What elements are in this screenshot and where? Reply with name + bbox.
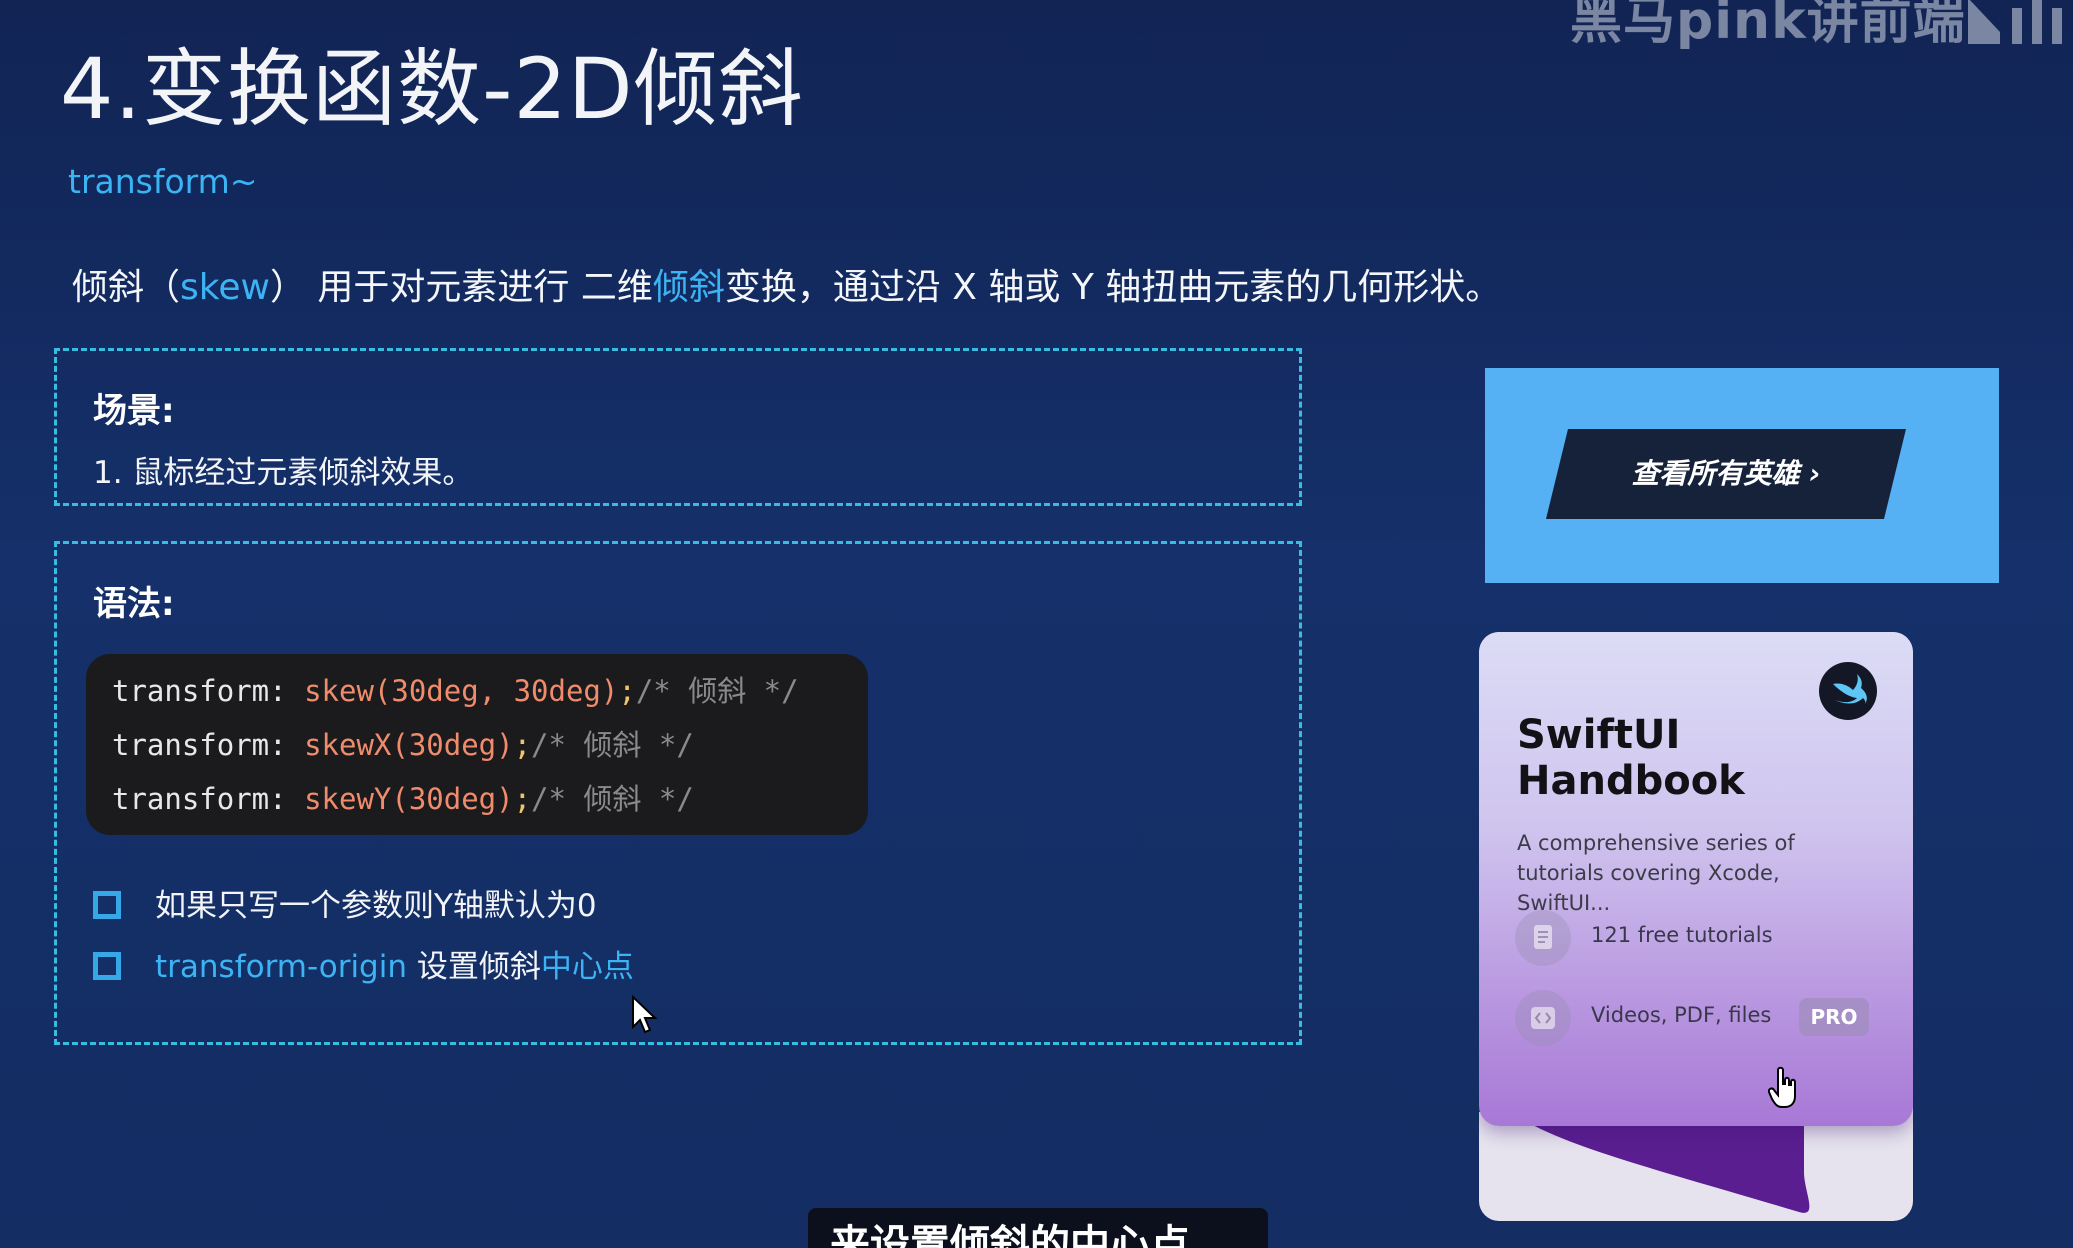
code-semicolon: ; [618,674,636,708]
code-comment: /* 倾斜 */ [531,728,694,762]
bullet-item-default-y: 如果只写一个参数则Y轴默认为0 [93,880,597,925]
hand-pointer-icon [1768,1066,1796,1108]
bullet-keyword: 中心点 [540,949,634,985]
code-property: transform: [112,674,305,708]
code-semicolon: ; [513,782,532,816]
code-function: skewY(30deg) [304,782,514,816]
syntax-heading: 语法: [93,584,175,624]
subtitle-text: 来设置倾斜的中心点 [830,1222,1190,1248]
scenario-heading: 场景: [93,391,175,431]
card-front: SwiftUI Handbook A comprehensive series … [1479,632,1913,1126]
files-text: Videos, PDF, files [1591,1003,1772,1027]
description-keyword-tilt: 倾斜 [652,267,725,308]
tutorials-row: 121 free tutorials [1515,910,1895,966]
pro-badge: PRO [1799,998,1869,1036]
description-keyword-skew: skew [180,267,270,308]
code-comment: /* 倾斜 */ [635,674,799,708]
bullet-item-transform-origin: transform-origin 设置倾斜中心点 [93,941,634,986]
hero-banner: 查看所有英雄 › [1485,368,1999,583]
view-all-heroes-button[interactable]: 查看所有英雄 › [1546,429,1906,519]
bullet-text: 设置倾斜 [407,949,541,985]
code-icon [1515,990,1571,1046]
card-description: A comprehensive series of tutorials cove… [1517,831,1795,915]
slide-description: 倾斜（skew） 用于对元素进行 二维倾斜变换，通过沿 X 轴或 Y 轴扭曲元素… [72,258,1501,310]
scenario-box: 场景: 1. 鼠标经过元素倾斜效果。 [54,348,1302,506]
document-icon [1515,910,1571,966]
scenario-item: 1. 鼠标经过元素倾斜效果。 [93,455,474,491]
code-line: transform: skew(30deg, 30deg);/* 倾斜 */ [112,668,799,710]
code-comment: /* 倾斜 */ [531,782,694,816]
swiftui-handbook-card[interactable]: SwiftUI Handbook A comprehensive series … [1479,632,1913,1221]
description-text: 变换，通过沿 X 轴或 Y 轴扭曲元素的几何形状。 [724,267,1502,308]
view-all-heroes-label: 查看所有英雄 › [1631,457,1821,490]
bilibili-logo-icon [1968,0,2062,44]
card-title: SwiftUI Handbook [1517,712,1745,804]
bullet-text: 如果只写一个参数则Y轴默认为0 [155,888,597,924]
tutorials-count: 121 free tutorials [1591,923,1773,947]
code-property: transform: [112,782,305,816]
files-row: Videos, PDF, files PRO [1515,990,1895,1046]
square-bullet-icon [93,890,121,919]
mouse-pointer-icon [632,995,658,1034]
video-subtitle: 来设置倾斜的中心点 [808,1208,1268,1248]
channel-watermark: 黑马pink讲前端 [1570,0,1966,51]
slide-title: 4.变换函数-2D倾斜 [60,40,804,138]
description-text: ） 用于对元素进行 二维 [269,267,653,308]
bullet-keyword: transform-origin [155,949,407,985]
slide-subtitle: transform~ [68,162,258,201]
code-line: transform: skewX(30deg);/* 倾斜 */ [112,722,694,764]
code-function: skewX(30deg) [304,728,514,762]
description-text: 倾斜（ [72,267,181,308]
code-property: transform: [112,728,305,762]
code-block: transform: skew(30deg, 30deg);/* 倾斜 */ t… [86,654,868,835]
code-semicolon: ; [513,728,532,762]
code-function: skew(30deg, 30deg) [304,674,619,708]
square-bullet-icon [93,951,121,980]
code-line: transform: skewY(30deg);/* 倾斜 */ [112,776,694,818]
syntax-box: 语法: transform: skew(30deg, 30deg);/* 倾斜 … [54,541,1302,1045]
